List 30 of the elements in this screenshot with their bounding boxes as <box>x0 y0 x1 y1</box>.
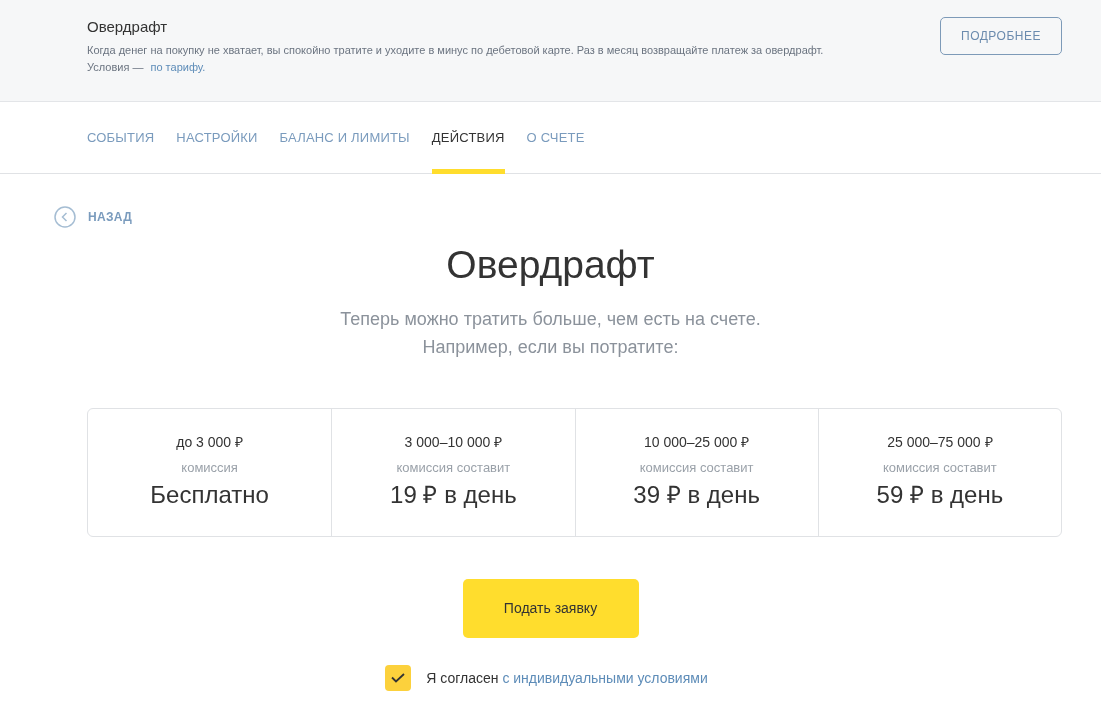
tier-range: 3 000–10 000 ₽ <box>404 433 503 451</box>
banner-title: Овердрафт <box>87 17 169 37</box>
tab[interactable]: НАСТРОЙКИ <box>176 102 258 174</box>
tier-fee: 19 ₽ в день <box>390 480 517 510</box>
apply-button[interactable]: Подать заявку <box>462 579 639 638</box>
page-title: Овердрафт <box>445 242 656 288</box>
back-link[interactable]: НАЗАД <box>88 208 132 226</box>
subtitle: Теперь можно тратить больше, чем есть на счете. <box>340 308 761 331</box>
tab[interactable]: О СЧЕТЕ <box>526 102 585 174</box>
more-button[interactable]: ПОДРОБНЕЕ <box>940 17 1062 55</box>
banner-description: Когда денег на покупку не хватает, вы спокойно тратите и уходите в минус по дебетовой карте. Раз в месяц возвращайте платеж за овердрафт. Условия — по тарифу. <box>87 43 825 75</box>
tier-range: до 3 000 ₽ <box>176 433 243 451</box>
tier-range: 10 000–25 000 ₽ <box>643 433 750 451</box>
tab[interactable]: ДЕЙСТВИЯ <box>431 102 505 174</box>
conditions-link[interactable]: с индивидуальными условиями <box>502 669 708 686</box>
tier-fee: 39 ₽ в день <box>633 480 760 510</box>
agreement-text: Я согласен с индивидуальными условиями <box>426 668 708 688</box>
tier-caption: комиссия составит <box>639 460 754 476</box>
tier-range: 25 000–75 000 ₽ <box>887 433 993 451</box>
tier-fee: Бесплатно <box>150 480 269 510</box>
subtitle: Например, если вы потратите: <box>422 336 679 359</box>
agreement-checkbox[interactable] <box>385 665 412 691</box>
tier-caption: комиссия <box>181 460 238 476</box>
tier-caption: комиссия составит <box>883 460 997 476</box>
checkmark-icon <box>391 673 406 683</box>
tariff-link[interactable]: по тарифу. <box>150 61 206 73</box>
tier-caption: комиссия составит <box>396 460 511 476</box>
tier-fee: 59 ₽ в день <box>876 480 1004 510</box>
tab[interactable]: СОБЫТИЯ <box>87 102 155 174</box>
tab[interactable]: БАЛАНС И ЛИМИТЫ <box>279 102 410 174</box>
